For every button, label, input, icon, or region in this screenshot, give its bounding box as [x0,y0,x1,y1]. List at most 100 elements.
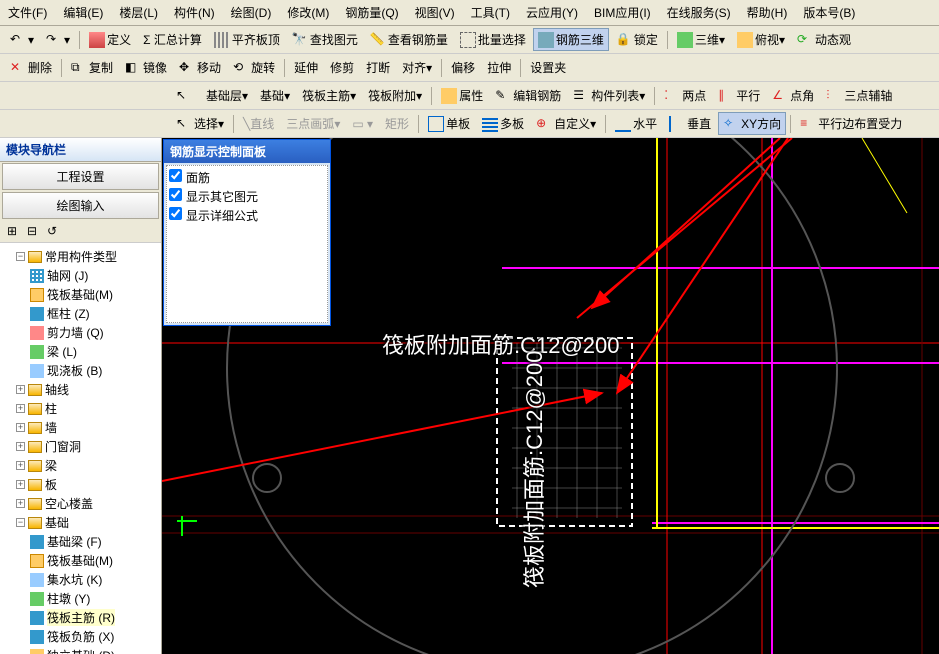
dynamic-view-button[interactable]: ⟳动态观 [792,28,856,51]
mirror-button[interactable]: ◧镜像 [120,56,172,79]
menu-modify[interactable]: 修改(M) [279,2,337,23]
rebar-display-control-panel[interactable]: 钢筋显示控制面板 面筋 显示其它图元 显示详细公式 [163,139,331,326]
tree-refresh-button[interactable]: ↺ [43,222,61,240]
shape-dropdown[interactable]: ▭ ▾ [347,114,378,134]
tree-column[interactable]: +柱 [16,399,159,418]
batch-select-button[interactable]: 批量选择 [455,28,531,51]
tree-axis-net[interactable]: 轴网 (J) [30,266,159,285]
pointer-button[interactable]: ↖ [171,85,199,107]
tree-door-window[interactable]: +门窗洞 [16,437,159,456]
drawing-canvas[interactable]: 筏板附加面筋.C12@200 筏板附加面筋:C12@200 钢筋显示控制面板 面… [162,138,939,654]
menu-bim[interactable]: BIM应用(I) [586,2,659,23]
tab-project-settings[interactable]: 工程设置 [2,163,159,190]
menu-edit[interactable]: 编辑(E) [55,2,111,23]
tree-raft-foundation[interactable]: 筏板基础(M) [30,285,159,304]
xy-direction-button[interactable]: ✧XY方向 [718,112,786,135]
lock-button[interactable]: 🔒锁定 [611,28,663,51]
point-angle-button[interactable]: ∠点角 [767,84,819,107]
pointer2-button[interactable]: ↖选择 ▾ [171,112,229,135]
rect-button[interactable]: 矩形 [380,112,414,135]
tree-frame-column[interactable]: 框柱 (Z) [30,304,159,323]
multi-slab-button[interactable]: 多板 [477,112,529,135]
tree-beam-folder[interactable]: +梁 [16,456,159,475]
tab-drawing-input[interactable]: 绘图输入 [2,192,159,219]
tree-raft-foundation2[interactable]: 筏板基础(M) [30,551,159,570]
vertical-button[interactable]: 垂直 [664,112,716,135]
define-button[interactable]: 定义 [84,28,136,51]
redo-button[interactable]: ↷▾ [41,29,75,51]
menu-tools[interactable]: 工具(T) [463,2,518,23]
menu-view[interactable]: 视图(V) [407,2,463,23]
tree-beam[interactable]: 梁 (L) [30,342,159,361]
offset-button[interactable]: 偏移 [446,56,480,79]
tree-column-pier[interactable]: 柱墩 (Y) [30,589,159,608]
perspective-button[interactable]: 俯视 ▾ [732,28,790,51]
3d-view-button[interactable]: 三维 ▾ [672,28,730,51]
floating-panel-title[interactable]: 钢筋显示控制面板 [164,140,330,163]
tree-wall[interactable]: +墙 [16,418,159,437]
two-points-button[interactable]: ⁚两点 [659,84,711,107]
parallel-button[interactable]: ∥平行 [713,84,765,107]
set-scale-button[interactable]: 设置夹 [525,56,571,79]
slab-icon [30,364,44,378]
attributes-button[interactable]: 属性 [436,84,488,107]
tree-raft-main-rebar[interactable]: 筏板主筋 (R) [30,608,159,627]
menu-help[interactable]: 帮助(H) [739,2,796,23]
lock-icon: 🔒 [616,32,632,48]
align-button[interactable]: 对齐 ▾ [397,56,437,79]
undo-button[interactable]: ↶▾ [5,29,39,51]
raft-additional-dropdown[interactable]: 筏板附加 ▾ [363,84,427,107]
checkbox-show-other-elements[interactable]: 显示其它图元 [169,187,325,206]
arc-3pt-button[interactable]: 三点画弧 ▾ [281,112,345,135]
single-slab-button[interactable]: 单板 [423,112,475,135]
custom-button[interactable]: ⊕自定义 ▾ [531,112,601,135]
find-element-button[interactable]: 🔭查找图元 [287,28,363,51]
tree-isolated-foundation[interactable]: 独立基础 (D) [30,646,159,654]
line-button[interactable]: ╲ 直线 [238,112,279,135]
trim-button[interactable]: 修剪 [325,56,359,79]
navigation-tree[interactable]: −常用构件类型 轴网 (J) 筏板基础(M) 框柱 (Z) 剪力墙 (Q) 梁 … [0,243,161,654]
tree-sump[interactable]: 集水坑 (K) [30,570,159,589]
edit-rebar-button[interactable]: ✎编辑钢筋 [490,84,566,107]
tree-foundation-folder[interactable]: −基础 [16,513,159,532]
binoculars-icon: 🔭 [292,32,308,48]
extend-button[interactable]: 延伸 [289,56,323,79]
three-point-aux-button[interactable]: ⫶三点辅轴 [821,84,897,107]
horizontal-button[interactable]: 水平 [610,112,662,135]
menu-floor[interactable]: 楼层(L) [111,2,166,23]
menu-cloud[interactable]: 云应用(Y) [518,2,586,23]
tree-common-components[interactable]: −常用构件类型 [16,247,159,266]
raft-main-rebar-dropdown[interactable]: 筏板主筋 ▾ [297,84,361,107]
move-button[interactable]: ✥移动 [174,56,226,79]
tree-hollow-floor[interactable]: +空心楼盖 [16,494,159,513]
menu-version[interactable]: 版本号(B) [795,2,863,23]
copy-button[interactable]: ⧉复制 [66,56,118,79]
menu-file[interactable]: 文件(F) [0,2,55,23]
foundation-layer-dropdown[interactable]: 基础层 ▾ [201,84,253,107]
menu-rebar-qty[interactable]: 钢筋量(Q) [337,2,406,23]
menu-component[interactable]: 构件(N) [166,2,223,23]
tree-slab-folder[interactable]: +板 [16,475,159,494]
rotate-button[interactable]: ⟲旋转 [228,56,280,79]
break-button[interactable]: 打断 [361,56,395,79]
plan-top-button[interactable]: 平齐板顶 [209,28,285,51]
menu-draw[interactable]: 绘图(D) [223,2,280,23]
check-rebar-button[interactable]: 📏查看钢筋量 [365,28,453,51]
rebar-3d-button[interactable]: 钢筋三维 [533,28,609,51]
tree-shear-wall[interactable]: 剪力墙 (Q) [30,323,159,342]
foundation-dropdown[interactable]: 基础 ▾ [255,84,295,107]
parallel-edge-button[interactable]: ≡平行边布置受力 [795,112,907,135]
expand-all-button[interactable]: ⊞ [3,222,21,240]
component-list-button[interactable]: ☰构件列表 ▾ [568,84,650,107]
tree-foundation-beam[interactable]: 基础梁 (F) [30,532,159,551]
checkbox-face-rebar[interactable]: 面筋 [169,168,325,187]
delete-button[interactable]: ✕删除 [5,56,57,79]
tree-axis-line[interactable]: +轴线 [16,380,159,399]
sum-button[interactable]: Σ 汇总计算 [138,28,207,51]
stretch-button[interactable]: 拉伸 [482,56,516,79]
menu-online[interactable]: 在线服务(S) [659,2,739,23]
checkbox-show-detailed-formula[interactable]: 显示详细公式 [169,206,325,225]
tree-cast-slab[interactable]: 现浇板 (B) [30,361,159,380]
tree-raft-neg-rebar[interactable]: 筏板负筋 (X) [30,627,159,646]
collapse-all-button[interactable]: ⊟ [23,222,41,240]
